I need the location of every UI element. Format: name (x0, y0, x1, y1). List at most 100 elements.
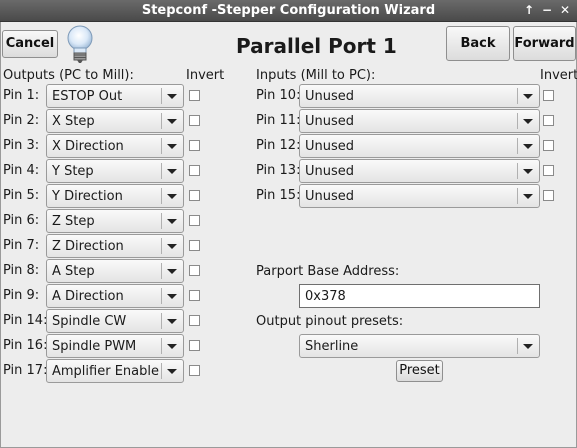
output-presets-select[interactable]: Sherline (299, 334, 540, 358)
outputs-pin-value: A Direction (52, 289, 124, 304)
close-icon[interactable]: ✕ (557, 2, 573, 18)
outputs-pin-select[interactable]: X Step (46, 109, 184, 133)
chevron-down-icon (523, 94, 533, 99)
outputs-invert-checkbox[interactable] (189, 140, 200, 151)
output-presets-value: Sherline (305, 339, 359, 354)
outputs-pin-label: Pin 5: (3, 188, 40, 203)
chevron-down-icon (167, 344, 177, 349)
outputs-pin-value: A Step (52, 264, 95, 279)
parport-base-address-field[interactable]: 0x378 (299, 284, 540, 308)
outputs-pin-value: X Direction (52, 139, 124, 154)
outputs-pin-select[interactable]: Y Direction (46, 184, 184, 208)
maximize-icon[interactable]: ↑ (521, 2, 537, 18)
title-bar: Stepconf -Stepper Configuration Wizard ↑… (0, 0, 577, 22)
inputs-invert-checkbox[interactable] (543, 165, 554, 176)
outputs-pin-select[interactable]: A Step (46, 259, 184, 283)
outputs-pin-select[interactable]: Z Direction (46, 234, 184, 258)
outputs-invert-checkbox[interactable] (189, 215, 200, 226)
page-title: Parallel Port 1 (236, 34, 397, 58)
outputs-invert-checkbox[interactable] (189, 115, 200, 126)
outputs-pin-label: Pin 14: (3, 313, 48, 328)
outputs-pin-value: Y Step (52, 164, 94, 179)
chevron-down-icon (167, 294, 177, 299)
chevron-down-icon (167, 319, 177, 324)
forward-button[interactable]: Forward (513, 26, 576, 61)
outputs-invert-checkbox[interactable] (189, 165, 200, 176)
outputs-invert-checkbox[interactable] (189, 340, 200, 351)
chevron-down-icon (167, 194, 177, 199)
inputs-pin-select[interactable]: Unused (299, 134, 540, 158)
chevron-down-icon (523, 194, 533, 199)
inputs-pin-value: Unused (305, 89, 355, 104)
outputs-pin-select[interactable]: Z Step (46, 209, 184, 233)
inputs-pin-select[interactable]: Unused (299, 109, 540, 133)
chevron-down-icon (167, 269, 177, 274)
outputs-pin-select[interactable]: Spindle PWM (46, 334, 184, 358)
inputs-heading: Inputs (Mill to PC): (256, 68, 376, 83)
chevron-down-icon (523, 344, 533, 349)
chevron-down-icon (167, 144, 177, 149)
chevron-down-icon (523, 144, 533, 149)
window-title: Stepconf -Stepper Configuration Wizard (141, 3, 436, 18)
outputs-pin-value: Amplifier Enable (52, 364, 159, 379)
inputs-invert-checkbox[interactable] (543, 140, 554, 151)
inputs-pin-value: Unused (305, 114, 355, 129)
inputs-pin-value: Unused (305, 189, 355, 204)
inputs-pin-label: Pin 13: (256, 163, 301, 178)
inputs-invert-heading: Invert (540, 68, 577, 83)
outputs-invert-checkbox[interactable] (189, 365, 200, 376)
outputs-heading: Outputs (PC to Mill): (3, 68, 134, 83)
outputs-invert-checkbox[interactable] (189, 290, 200, 301)
outputs-pin-label: Pin 1: (3, 88, 40, 103)
inputs-pin-label: Pin 15: (256, 188, 301, 203)
inputs-pin-select[interactable]: Unused (299, 184, 540, 208)
outputs-pin-label: Pin 16: (3, 338, 48, 353)
chevron-down-icon (167, 94, 177, 99)
inputs-pin-value: Unused (305, 139, 355, 154)
chevron-down-icon (167, 369, 177, 374)
preset-button[interactable]: Preset (396, 360, 443, 382)
outputs-invert-checkbox[interactable] (189, 265, 200, 276)
inputs-invert-checkbox[interactable] (543, 115, 554, 126)
inputs-pin-select[interactable]: Unused (299, 159, 540, 183)
outputs-pin-value: Z Step (52, 214, 95, 229)
outputs-pin-label: Pin 6: (3, 213, 40, 228)
outputs-invert-checkbox[interactable] (189, 190, 200, 201)
inputs-pin-select[interactable]: Unused (299, 84, 540, 108)
outputs-pin-value: X Step (52, 114, 95, 129)
back-button[interactable]: Back (446, 26, 510, 61)
chevron-down-icon (167, 119, 177, 124)
outputs-pin-value: Spindle PWM (52, 339, 137, 354)
outputs-pin-value: Z Direction (52, 239, 124, 254)
outputs-pin-label: Pin 9: (3, 288, 40, 303)
outputs-pin-select[interactable]: Amplifier Enable (46, 359, 184, 383)
outputs-pin-label: Pin 8: (3, 263, 40, 278)
outputs-pin-select[interactable]: ESTOP Out (46, 84, 184, 108)
outputs-pin-label: Pin 7: (3, 238, 40, 253)
outputs-pin-value: Y Direction (52, 189, 123, 204)
chevron-down-icon (523, 169, 533, 174)
outputs-pin-select[interactable]: Spindle CW (46, 309, 184, 333)
outputs-pin-value: Spindle CW (52, 314, 127, 329)
inputs-invert-checkbox[interactable] (543, 190, 554, 201)
outputs-invert-heading: Invert (186, 68, 225, 83)
outputs-pin-label: Pin 2: (3, 113, 40, 128)
outputs-invert-checkbox[interactable] (189, 315, 200, 326)
lightbulb-icon (67, 25, 93, 63)
outputs-pin-select[interactable]: X Direction (46, 134, 184, 158)
cancel-button[interactable]: Cancel (2, 30, 58, 58)
output-presets-label: Output pinout presets: (256, 314, 404, 329)
outputs-pin-value: ESTOP Out (52, 89, 123, 104)
minimize-icon[interactable]: − (539, 2, 555, 18)
outputs-pin-label: Pin 17: (3, 363, 48, 378)
outputs-invert-checkbox[interactable] (189, 240, 200, 251)
inputs-pin-value: Unused (305, 164, 355, 179)
outputs-invert-checkbox[interactable] (189, 90, 200, 101)
outputs-pin-select[interactable]: Y Step (46, 159, 184, 183)
chevron-down-icon (523, 119, 533, 124)
inputs-invert-checkbox[interactable] (543, 90, 554, 101)
outputs-pin-select[interactable]: A Direction (46, 284, 184, 308)
inputs-pin-label: Pin 12: (256, 138, 301, 153)
chevron-down-icon (167, 219, 177, 224)
inputs-pin-label: Pin 11: (256, 113, 301, 128)
